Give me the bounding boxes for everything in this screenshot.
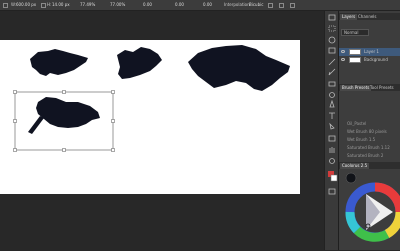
path-select-tool-icon [329, 122, 335, 130]
blend-mode-select[interactable]: Normal [341, 29, 369, 36]
layer-thumbnail [349, 57, 361, 63]
eye-icon[interactable] [341, 58, 345, 61]
brush-tool-icon [328, 68, 336, 76]
eye-icon[interactable] [341, 50, 345, 53]
angle-label: H: [47, 2, 52, 7]
v-skew-value[interactable]: 0.00 [203, 2, 212, 8]
shape-tool-icon [328, 135, 336, 142]
tab-channels[interactable]: Channels [356, 14, 379, 20]
zoom-tool-icon [329, 158, 335, 164]
layer-row-1[interactable]: Layer 1 [339, 48, 400, 56]
interpolation-label: Interpolation: [224, 2, 251, 7]
current-color-swatch [345, 172, 357, 184]
brush-preset-item[interactable]: Oil_Pastel [347, 121, 366, 126]
h-skew-value[interactable]: 0.00 [175, 2, 184, 8]
cancel-transform-icon[interactable] [279, 3, 284, 8]
lasso-tool-icon [328, 36, 336, 44]
tab-layers[interactable]: Layers [340, 14, 358, 20]
quick-mask-icon [328, 188, 336, 195]
brush-stroke-blob-1 [30, 49, 88, 76]
brush-preset-item[interactable]: Wet Brush 80 pixels [347, 129, 387, 134]
link-icon[interactable] [41, 3, 46, 8]
layer-thumbnail [349, 49, 361, 55]
brush-preset-item[interactable]: Wet Brush 1.5 [347, 137, 375, 142]
hue-ring-yellow [384, 211, 400, 238]
type-tool-icon [329, 112, 335, 119]
tools-panel [324, 11, 338, 250]
options-bar: W: 600.00 px H: 14.00 px 77.49% 77.00% 0… [0, 0, 400, 11]
move-tool-icon [328, 14, 336, 21]
blur-tool-icon [329, 92, 335, 98]
brush-stroke-blob-3 [188, 45, 290, 91]
y-percent-value[interactable]: 77.00% [110, 2, 125, 8]
color-wheel-icon[interactable] [342, 172, 400, 251]
brush-stroke-blob-2 [117, 47, 162, 79]
pen-tool-icon [329, 99, 335, 108]
document-canvas[interactable] [0, 40, 300, 194]
brush-stroke-streak [28, 116, 44, 134]
crop-tool-icon [328, 47, 336, 54]
layer-name: Layer 1 [364, 49, 379, 54]
angle-value[interactable]: 14.00 px [52, 2, 70, 8]
tab-brush-presets[interactable]: Brush Presets [340, 85, 372, 91]
angle-value-2[interactable]: 0.00 [143, 2, 152, 8]
eraser-tool-icon [328, 81, 336, 87]
layers-tabbar: Layers Channels [339, 13, 400, 20]
transform-reference-icon[interactable] [3, 3, 8, 8]
hue-ring-cyan [345, 211, 361, 234]
x-percent-value[interactable]: 77.49% [80, 2, 95, 8]
size-value[interactable]: 600.00 px [16, 2, 36, 8]
brush-tabbar: Brush Presets Tool Presets [339, 84, 400, 91]
layer-row-2[interactable]: Background [339, 56, 400, 64]
warp-icon[interactable] [268, 3, 273, 8]
eyedropper-tool-icon [328, 58, 336, 66]
interpolation-select[interactable]: Bicubic [249, 2, 263, 8]
brush-stroke-blob-4 [36, 97, 100, 128]
brush-preset-item[interactable]: Saturated Brush 2 [347, 153, 383, 158]
tab-coolorus[interactable]: Coolorus 2.5 [340, 163, 370, 169]
commit-transform-icon[interactable] [290, 3, 295, 8]
marquee-tool-icon [328, 25, 336, 32]
brush-preset-item[interactable]: Saturated Brush 1.12 [347, 145, 390, 150]
hand-tool-icon [329, 147, 335, 153]
canvas-strokes [13, 45, 290, 152]
background-color-swatch [330, 174, 338, 182]
coolorus-tabbar: Coolorus 2.5 [339, 162, 400, 169]
tab-tool-presets[interactable]: Tool Presets [368, 85, 396, 91]
tool-icons [328, 14, 338, 195]
layer-name: Background [364, 57, 388, 62]
